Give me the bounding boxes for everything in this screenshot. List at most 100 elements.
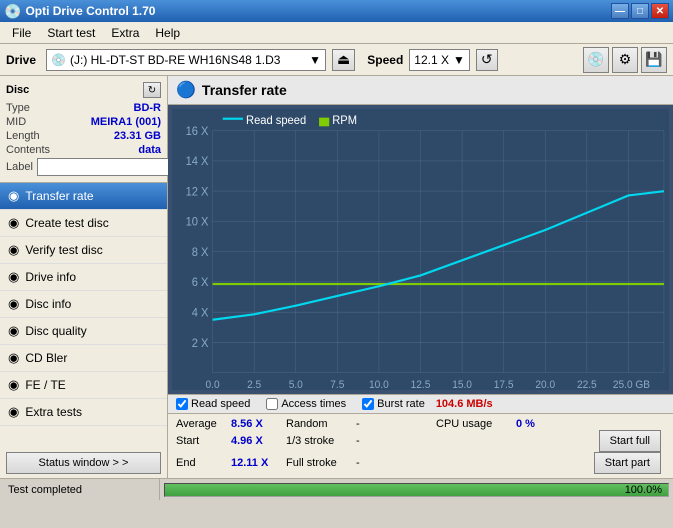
speed-select[interactable]: 12.1 X ▼ [409,49,470,71]
average-value: 8.56 X [231,418,286,430]
access-times-checkbox-item: Access times [266,398,346,410]
chart-icon: 🔵 [176,80,196,100]
stroke-1-3-label: 1/3 stroke [286,430,356,452]
access-times-checkbox[interactable] [266,398,278,410]
random-label: Random [286,418,356,430]
burst-rate-checkbox-item: Burst rate 104.6 MB/s [362,398,493,410]
svg-text:7.5: 7.5 [330,380,344,390]
read-speed-checkbox[interactable] [176,398,188,410]
disc-quality-icon: ◉ [8,323,19,339]
disc-refresh-button[interactable]: ↻ [143,82,161,98]
verify-test-disc-icon: ◉ [8,242,19,258]
fe-te-icon: ◉ [8,377,19,393]
menu-extra[interactable]: Extra [103,24,147,42]
drive-cd-icon: 💿 [51,53,66,67]
disc-panel: Disc ↻ Type BD-R MID MEIRA1 (001) Length… [0,76,167,183]
create-test-disc-icon: ◉ [8,215,19,231]
drive-name: (J:) HL-DT-ST BD-RE WH16NS48 1.D3 [70,53,309,67]
maximize-button[interactable]: □ [631,3,649,19]
svg-text:5.0: 5.0 [289,380,303,390]
menu-help[interactable]: Help [147,24,188,42]
svg-text:14 X: 14 X [186,156,209,168]
statusbar: Test completed 100.0% [0,478,673,500]
nav-transfer-rate[interactable]: ◉ Transfer rate [0,183,167,210]
progress-percentage: 100.0% [625,484,662,496]
extra-tests-icon: ◉ [8,404,19,420]
nav-disc-quality[interactable]: ◉ Disc quality [0,318,167,345]
nav-drive-info[interactable]: ◉ Drive info [0,264,167,291]
disc-mid-value: MEIRA1 (001) [91,116,161,128]
drive-info-icon: ◉ [8,269,19,285]
chart-header: 🔵 Transfer rate [168,76,673,105]
disc-length-value: 23.31 GB [114,130,161,142]
status-text: Test completed [0,479,160,500]
speed-dropdown-icon: ▼ [453,53,465,67]
refresh-button[interactable]: ↺ [476,49,498,71]
burst-rate-value: 104.6 MB/s [436,398,493,410]
title-text: Opti Drive Control 1.70 [25,4,155,18]
end-label: End [176,452,231,474]
start-part-button[interactable]: Start part [594,452,661,474]
drive-dropdown-icon: ▼ [309,53,321,67]
drive-select[interactable]: 💿 (J:) HL-DT-ST BD-RE WH16NS48 1.D3 ▼ [46,49,326,71]
read-speed-checkbox-item: Read speed [176,398,250,410]
disc-length-label: Length [6,130,40,142]
disc-label-input[interactable] [37,158,185,176]
full-stroke-value: - [356,452,386,474]
disc-mid-label: MID [6,116,26,128]
disc-info-icon: ◉ [8,296,19,312]
speed-label: Speed [367,53,403,67]
disc-contents-label: Contents [6,144,50,156]
main-content: Disc ↻ Type BD-R MID MEIRA1 (001) Length… [0,76,673,478]
menu-file[interactable]: File [4,24,39,42]
action-btn-2[interactable]: ⚙ [612,47,638,73]
nav-drive-info-label: Drive info [25,270,76,284]
start-full-button[interactable]: Start full [599,430,661,452]
stats-area: Average 8.56 X Random - CPU usage 0 % St… [168,414,673,478]
action-btn-3[interactable]: 💾 [641,47,667,73]
titlebar: 💿 Opti Drive Control 1.70 — □ ✕ [0,0,673,22]
menu-starttest[interactable]: Start test [39,24,103,42]
close-button[interactable]: ✕ [651,3,669,19]
menubar: File Start test Extra Help [0,22,673,44]
svg-text:10 X: 10 X [186,216,209,228]
start-value: 4.96 X [231,430,286,452]
action-buttons: 💿 ⚙ 💾 [583,47,667,73]
disc-header-label: Disc [6,84,29,96]
disc-label-label: Label [6,161,33,173]
sidebar: Disc ↻ Type BD-R MID MEIRA1 (001) Length… [0,76,168,478]
cpu-usage-label: CPU usage [436,418,516,430]
nav-extra-tests-label: Extra tests [25,405,82,419]
nav-extra-tests[interactable]: ◉ Extra tests [0,399,167,426]
burst-rate-label: Burst rate [377,398,425,410]
nav-fe-te[interactable]: ◉ FE / TE [0,372,167,399]
svg-text:2 X: 2 X [192,337,209,349]
nav-cd-bler-label: CD Bler [25,351,67,365]
svg-text:6 X: 6 X [192,277,209,289]
nav-verify-test-disc[interactable]: ◉ Verify test disc [0,237,167,264]
svg-text:12 X: 12 X [186,186,209,198]
svg-text:22.5: 22.5 [577,380,597,390]
drivebar: Drive 💿 (J:) HL-DT-ST BD-RE WH16NS48 1.D… [0,44,673,76]
nav-create-test-disc[interactable]: ◉ Create test disc [0,210,167,237]
drive-label: Drive [6,53,36,67]
nav-items: ◉ Transfer rate ◉ Create test disc ◉ Ver… [0,183,167,426]
access-times-label: Access times [281,398,346,410]
svg-text:8 X: 8 X [192,247,209,259]
stroke-1-3-value: - [356,430,386,452]
nav-cd-bler[interactable]: ◉ CD Bler [0,345,167,372]
svg-text:20.0: 20.0 [535,380,555,390]
cpu-usage-value: 0 % [516,418,576,430]
eject-button[interactable]: ⏏ [332,49,355,71]
svg-text:15.0: 15.0 [452,380,472,390]
nav-disc-info[interactable]: ◉ Disc info [0,291,167,318]
action-btn-1[interactable]: 💿 [583,47,609,73]
end-value: 12.11 X [231,452,286,474]
nav-fe-te-label: FE / TE [25,378,65,392]
minimize-button[interactable]: — [611,3,629,19]
status-window-button[interactable]: Status window > > [6,452,161,474]
svg-text:RPM: RPM [332,115,357,127]
burst-rate-checkbox[interactable] [362,398,374,410]
speed-value: 12.1 X [414,53,449,67]
nav-verify-label: Verify test disc [25,243,102,257]
